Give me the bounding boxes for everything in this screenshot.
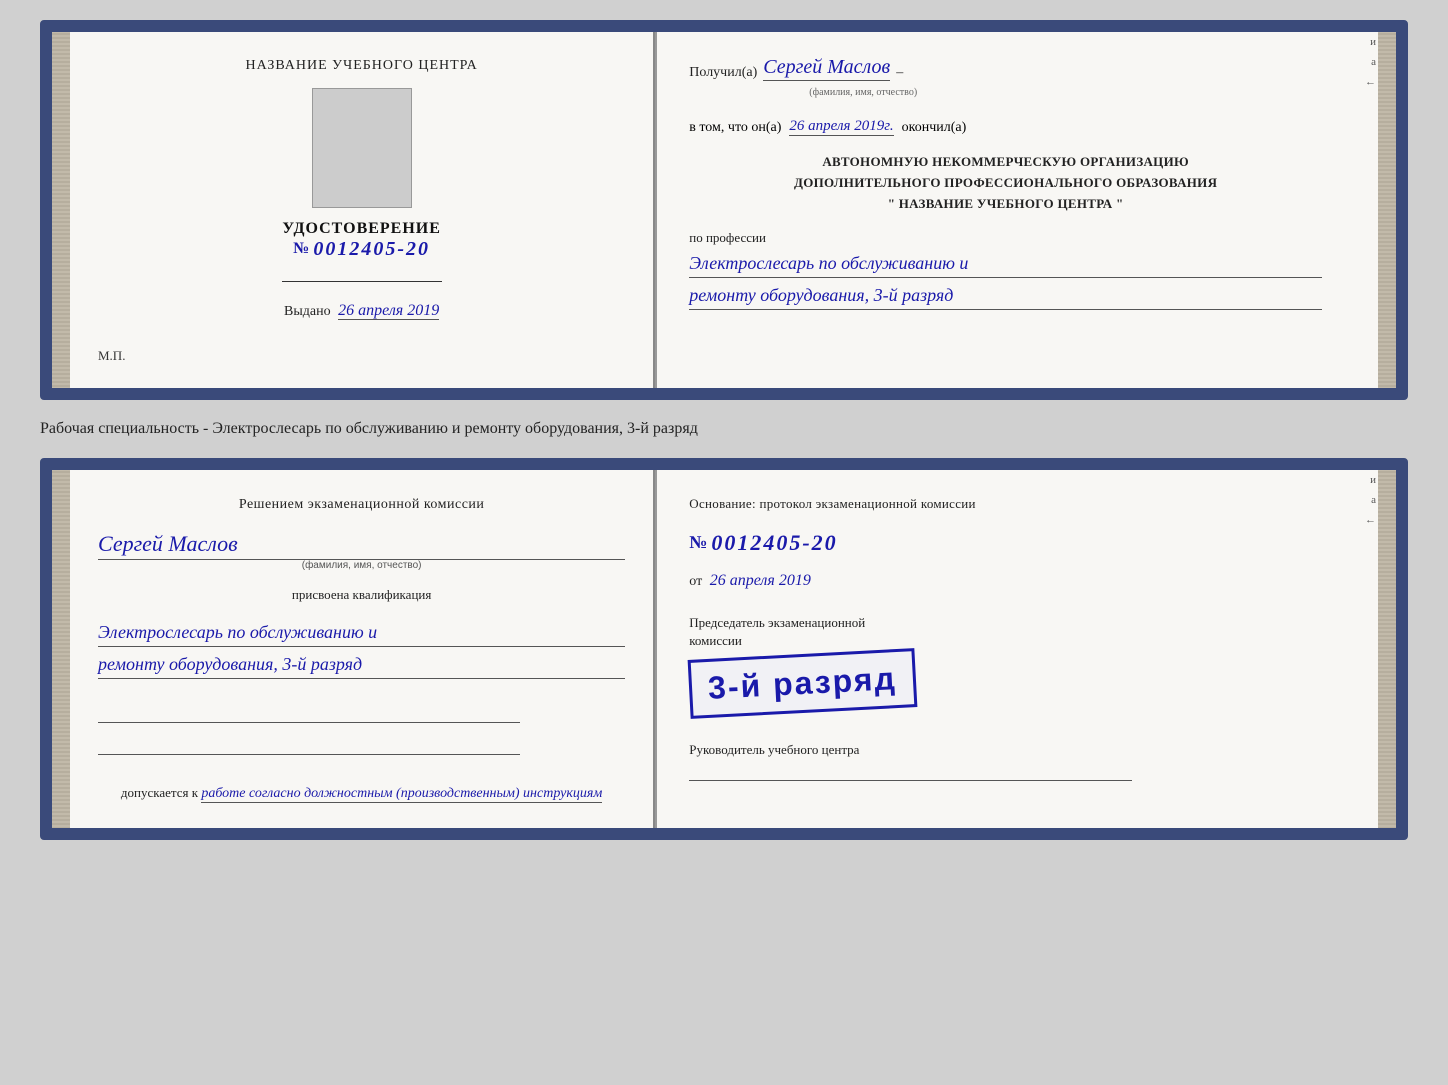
profession-line1: Электрослесарь по обслуживанию и xyxy=(689,250,1322,278)
photo-placeholder xyxy=(312,88,412,208)
assigned-label: присвоена квалификация xyxy=(292,587,431,603)
person-name-top: Сергей Маслов xyxy=(763,56,890,81)
qual-line2: ремонту оборудования, 3-й разряд xyxy=(98,651,625,679)
in-that-row: в том, что он(а) 26 апреля 2019г. окончи… xyxy=(689,118,1322,136)
caption-text: Рабочая специальность - Электрослесарь п… xyxy=(40,416,1408,442)
org-line2: ДОПОЛНИТЕЛЬНОГО ПРОФЕССИОНАЛЬНОГО ОБРАЗО… xyxy=(689,173,1322,194)
stamp-big-text: 3-й разряд xyxy=(707,660,897,707)
basis-number: 0012405-20 xyxy=(711,530,837,556)
bottom-document-card: Решением экзаменационной комиссии Сергей… xyxy=(40,458,1408,840)
stamp-small1: Председатель экзаменационной xyxy=(689,615,865,630)
basis-label: Основание: протокол экзаменационной коми… xyxy=(689,494,1322,514)
allowed-label: допускается к xyxy=(121,785,198,800)
bottom-card-spine-left xyxy=(52,470,70,828)
person-name-bottom: Сергей Маслов xyxy=(98,531,625,560)
bottom-card-spine-right xyxy=(1378,470,1396,828)
name-sublabel-top: (фамилия, имя, отчество) xyxy=(809,87,1322,98)
chairman-label: Председатель экзаменационной комиссии xyxy=(689,614,889,650)
profession-label: по профессии xyxy=(689,230,766,245)
person-name-block-bottom: Сергей Маслов (фамилия, имя, отчество) xyxy=(98,531,625,571)
stamp-small2: комиссии xyxy=(689,633,742,648)
allowed-hw: работе согласно должностным (производств… xyxy=(201,786,602,803)
received-label: Получил(а) xyxy=(689,65,757,81)
top-card-right: Получил(а) Сергей Маслов – (фамилия, имя… xyxy=(657,32,1354,388)
card-spine-left xyxy=(52,32,70,388)
basis-number-row: № 0012405-20 xyxy=(689,530,1322,556)
right-margin-notes-top: и а ← xyxy=(1354,32,1378,388)
profession-block: по профессии Электрослесарь по обслужива… xyxy=(689,230,1322,310)
qual-block: Электрослесарь по обслуживанию и ремонту… xyxy=(98,619,625,679)
mp-label: М.П. xyxy=(98,348,125,364)
date-prefix: от xyxy=(689,574,702,589)
org-block: АВТОНОМНУЮ НЕКОММЕРЧЕСКУЮ ОРГАНИЗАЦИЮ ДО… xyxy=(689,152,1322,214)
sig-lines xyxy=(98,703,625,755)
org-line3: " НАЗВАНИЕ УЧЕБНОГО ЦЕНТРА " xyxy=(689,194,1322,215)
decision-title: Решением экзаменационной комиссии xyxy=(239,494,485,515)
in-that-label: в том, что он(а) xyxy=(689,120,781,136)
issued-row: Выдано 26 апреля 2019 xyxy=(284,302,439,320)
date-value-top: 26 апреля 2019г. xyxy=(789,118,893,136)
cert-label: УДОСТОВЕРЕНИЕ xyxy=(282,220,441,238)
cert-number: 0012405-20 xyxy=(313,238,430,261)
head-sig-line xyxy=(689,763,1132,781)
card-spine-right xyxy=(1378,32,1396,388)
cert-number-prefix: № xyxy=(293,240,309,258)
bottom-card-left: Решением экзаменационной комиссии Сергей… xyxy=(70,470,655,828)
bottom-card-right: Основание: протокол экзаменационной коми… xyxy=(657,470,1354,828)
sig-line-2 xyxy=(98,735,520,755)
top-document-card: НАЗВАНИЕ УЧЕБНОГО ЦЕНТРА УДОСТОВЕРЕНИЕ №… xyxy=(40,20,1408,400)
school-name-title: НАЗВАНИЕ УЧЕБНОГО ЦЕНТРА xyxy=(245,56,477,76)
head-label: Руководитель учебного центра xyxy=(689,741,1322,759)
profession-line2: ремонту оборудования, 3-й разряд xyxy=(689,282,1322,310)
head-section: Руководитель учебного центра xyxy=(689,741,1322,781)
basis-date-row: от 26 апреля 2019 xyxy=(689,572,1322,590)
right-margin-notes-bottom: и а ← xyxy=(1354,470,1378,828)
issued-label: Выдано xyxy=(284,304,331,319)
issued-date: 26 апреля 2019 xyxy=(338,302,439,320)
dash-top: – xyxy=(896,65,903,81)
received-row: Получил(а) Сергей Маслов – xyxy=(689,56,1322,81)
sig-line-1 xyxy=(98,703,520,723)
number-prefix: № xyxy=(689,532,707,553)
org-line1: АВТОНОМНУЮ НЕКОММЕРЧЕСКУЮ ОРГАНИЗАЦИЮ xyxy=(689,152,1322,173)
finished-label: окончил(а) xyxy=(902,120,967,136)
basis-date: 26 апреля 2019 xyxy=(710,572,811,589)
person-name-sublabel-bottom: (фамилия, имя, отчество) xyxy=(98,560,625,571)
allowed-text: допускается к работе согласно должностны… xyxy=(121,783,602,804)
stamp: 3-й разряд xyxy=(688,648,918,719)
top-card-left: НАЗВАНИЕ УЧЕБНОГО ЦЕНТРА УДОСТОВЕРЕНИЕ №… xyxy=(70,32,655,388)
cert-sig-line xyxy=(282,281,442,282)
qual-line1: Электрослесарь по обслуживанию и xyxy=(98,619,625,647)
stamp-container: Председатель экзаменационной комиссии 3-… xyxy=(689,614,1322,713)
